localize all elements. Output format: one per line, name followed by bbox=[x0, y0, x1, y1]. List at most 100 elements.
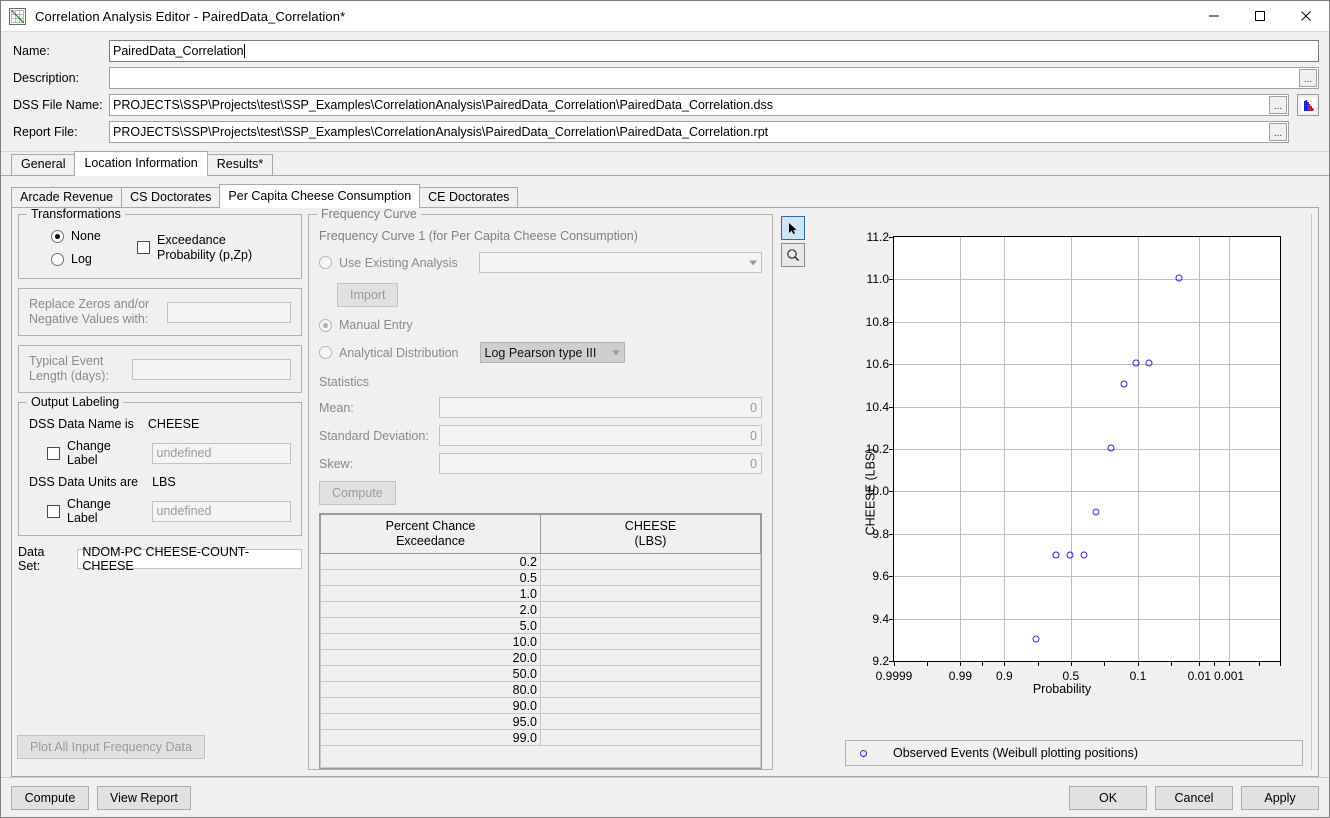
view-report-button[interactable]: View Report bbox=[97, 785, 191, 810]
pointer-tool[interactable] bbox=[781, 216, 805, 240]
subtab-cs-doctorates[interactable]: CS Doctorates bbox=[121, 187, 221, 207]
table-row[interactable]: 0.2 bbox=[320, 553, 761, 570]
standard-deviation-input[interactable]: 0 bbox=[439, 425, 762, 446]
subtab-per-capita-cheese-consumption[interactable]: Per Capita Cheese Consumption bbox=[219, 184, 421, 208]
data-point[interactable] bbox=[1145, 359, 1153, 367]
cell-cheese[interactable] bbox=[540, 681, 761, 698]
cell-pce[interactable]: 50.0 bbox=[320, 665, 541, 682]
dss-file-input[interactable]: PROJECTS\SSP\Projects\test\SSP_Examples\… bbox=[109, 94, 1289, 116]
distribution-type-dropdown[interactable]: Log Pearson type III bbox=[479, 342, 625, 363]
plot-all-input-frequency-data-button[interactable]: Plot All Input Frequency Data bbox=[17, 735, 205, 759]
ok-button[interactable]: OK bbox=[1069, 785, 1147, 810]
distribution-plot-icon[interactable] bbox=[1297, 94, 1319, 116]
cell-cheese[interactable] bbox=[540, 729, 761, 746]
cell-pce[interactable]: 0.2 bbox=[320, 553, 541, 570]
subtab-arcade-revenue[interactable]: Arcade Revenue bbox=[11, 187, 123, 207]
cell-cheese[interactable] bbox=[540, 617, 761, 634]
data-point[interactable] bbox=[1120, 380, 1128, 388]
data-point[interactable] bbox=[1107, 444, 1115, 452]
table-row[interactable]: 20.0 bbox=[320, 649, 761, 666]
typical-event-input[interactable] bbox=[132, 358, 291, 380]
dss-file-browse-button[interactable]: ... bbox=[1269, 96, 1287, 114]
radio-manual-entry-icon[interactable] bbox=[319, 318, 332, 332]
cell-pce[interactable]: 2.0 bbox=[320, 601, 541, 618]
frequency-curve-column: Frequency Curve Frequency Curve 1 (for P… bbox=[308, 208, 773, 770]
frequency-table[interactable]: Percent Chance Exceedance CHEESE (LBS) 0 bbox=[319, 513, 762, 769]
cell-cheese[interactable] bbox=[540, 633, 761, 650]
cell-cheese[interactable] bbox=[540, 553, 761, 570]
pce-header-line2: Exceedance bbox=[396, 534, 465, 548]
data-set-input[interactable]: NDOM-PC CHEESE-COUNT-CHEESE bbox=[77, 545, 302, 573]
cell-pce[interactable]: 20.0 bbox=[320, 649, 541, 666]
transformation-none-option[interactable]: None bbox=[51, 229, 137, 243]
data-point[interactable] bbox=[1080, 551, 1088, 559]
existing-analysis-dropdown[interactable] bbox=[478, 252, 762, 273]
cell-cheese[interactable] bbox=[540, 569, 761, 586]
cell-pce[interactable]: 80.0 bbox=[320, 681, 541, 698]
cell-pce[interactable]: 10.0 bbox=[320, 633, 541, 650]
description-input[interactable]: ... bbox=[109, 67, 1319, 89]
cell-cheese[interactable] bbox=[540, 649, 761, 666]
cell-cheese[interactable] bbox=[540, 601, 761, 618]
plot-area[interactable]: 9.2 9.4 9.6 9.8 10.0 10.2 10.4 10.6 10.8 11.0 11.2… bbox=[866, 230, 1281, 683]
tab-results[interactable]: Results* bbox=[206, 154, 274, 175]
table-row[interactable]: 10.0 bbox=[320, 633, 761, 650]
report-file-browse-button[interactable]: ... bbox=[1269, 123, 1287, 141]
data-point[interactable] bbox=[1066, 551, 1074, 559]
apply-button[interactable]: Apply bbox=[1241, 785, 1319, 810]
cell-cheese[interactable] bbox=[540, 697, 761, 714]
zoom-tool[interactable] bbox=[781, 243, 805, 267]
table-row[interactable]: 95.0 bbox=[320, 713, 761, 730]
import-button[interactable]: Import bbox=[337, 283, 399, 307]
cell-pce[interactable]: 1.0 bbox=[320, 585, 541, 602]
data-point[interactable] bbox=[1175, 274, 1183, 282]
data-point[interactable] bbox=[1132, 359, 1140, 367]
subtab-ce-doctorates[interactable]: CE Doctorates bbox=[419, 187, 519, 207]
table-row[interactable]: 0.5 bbox=[320, 569, 761, 586]
change-label-units-option[interactable]: Change Label undefined bbox=[29, 497, 291, 525]
y-axis-tick-mark bbox=[889, 618, 894, 620]
description-browse-button[interactable]: ... bbox=[1299, 69, 1317, 87]
name-input[interactable]: PairedData_Correlation bbox=[109, 40, 1319, 62]
table-row[interactable]: 2.0 bbox=[320, 601, 761, 618]
cancel-button[interactable]: Cancel bbox=[1155, 785, 1233, 810]
table-row[interactable]: 90.0 bbox=[320, 697, 761, 714]
change-label-units-input[interactable]: undefined bbox=[151, 500, 291, 522]
replace-zeros-input[interactable] bbox=[167, 301, 291, 323]
data-point[interactable] bbox=[1032, 635, 1040, 643]
chart-column: CHEESE (LBS) Probability 9.2 9.4 9.6 9.8 10.… bbox=[773, 214, 1312, 770]
compute-button[interactable]: Compute bbox=[11, 785, 89, 810]
cell-pce[interactable]: 95.0 bbox=[320, 713, 541, 730]
cell-pce[interactable]: 99.0 bbox=[320, 729, 541, 746]
data-point[interactable] bbox=[1052, 551, 1060, 559]
cell-pce[interactable]: 5.0 bbox=[320, 617, 541, 634]
report-file-input[interactable]: PROJECTS\SSP\Projects\test\SSP_Examples\… bbox=[109, 121, 1289, 143]
cell-cheese[interactable] bbox=[540, 665, 761, 682]
transformation-log-option[interactable]: Log bbox=[51, 252, 137, 266]
change-label-name-input[interactable]: undefined bbox=[151, 442, 291, 464]
table-row[interactable]: 50.0 bbox=[320, 665, 761, 682]
radio-use-existing-analysis-icon[interactable] bbox=[319, 256, 332, 269]
table-row[interactable]: 80.0 bbox=[320, 681, 761, 698]
gridline-vertical bbox=[1004, 237, 1006, 661]
cell-cheese[interactable] bbox=[540, 585, 761, 602]
gridline-horizontal bbox=[894, 321, 1280, 323]
exceedance-probability-option[interactable]: Exceedance Probability (p,Zp) bbox=[137, 229, 252, 266]
change-label-name-option[interactable]: Change Label undefined bbox=[29, 439, 291, 467]
cell-pce[interactable]: 0.5 bbox=[320, 569, 541, 586]
cell-pce[interactable]: 90.0 bbox=[320, 697, 541, 714]
close-icon[interactable] bbox=[1283, 1, 1329, 32]
minimize-icon[interactable] bbox=[1191, 1, 1237, 32]
maximize-icon[interactable] bbox=[1237, 1, 1283, 32]
cell-cheese[interactable] bbox=[540, 713, 761, 730]
compute-frequency-curve-button[interactable]: Compute bbox=[319, 481, 396, 505]
table-row[interactable]: 5.0 bbox=[320, 617, 761, 634]
table-row[interactable]: 99.0 bbox=[320, 729, 761, 746]
tab-location-information[interactable]: Location Information bbox=[74, 151, 208, 176]
data-point[interactable] bbox=[1092, 508, 1100, 516]
table-row[interactable]: 1.0 bbox=[320, 585, 761, 602]
skew-input[interactable]: 0 bbox=[439, 453, 762, 474]
radio-analytical-distribution-icon[interactable] bbox=[319, 346, 332, 359]
tab-general[interactable]: General bbox=[11, 154, 76, 175]
mean-input[interactable]: 0 bbox=[439, 397, 762, 418]
